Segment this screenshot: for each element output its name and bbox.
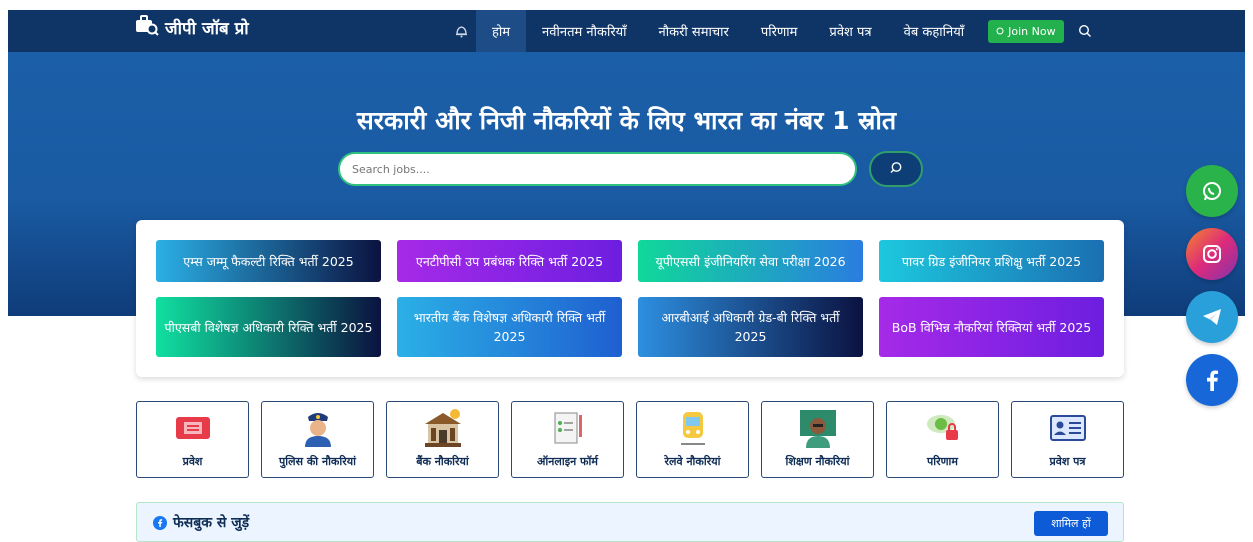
bank-icon [422, 408, 464, 448]
nav-admit-card[interactable]: प्रवेश पत्र [813, 10, 887, 52]
ticket-icon [174, 408, 212, 448]
category-label: रेलवे नौकरियां [664, 455, 721, 468]
online-form-icon [549, 408, 587, 448]
join-now-label: Join Now [1008, 24, 1056, 38]
category-label: शिक्षण नौकरियां [785, 455, 850, 468]
category-label: बैंक नौकरियां [416, 455, 469, 468]
search-button[interactable] [869, 151, 923, 187]
brand-logo[interactable]: जीपी जॉब प्रो [135, 14, 249, 41]
brand-name: जीपी जॉब प्रो [165, 19, 249, 39]
category-police-jobs[interactable]: पुलिस की नौकरियां [261, 401, 374, 478]
category-label: प्रवेश पत्र [1049, 455, 1086, 468]
main-nav: होम नवीनतम नौकरियाँ नौकरी समाचार परिणाम … [446, 10, 1092, 52]
nav-results[interactable]: परिणाम [745, 10, 814, 52]
category-label: प्रवेश [182, 455, 203, 468]
job-link[interactable]: भारतीय बैंक विशेषज्ञ अधिकारी रिक्ति भर्त… [397, 297, 622, 357]
job-link[interactable]: BoB विभिन्न नौकरियां रिक्तियां भर्ती 202… [879, 297, 1104, 357]
facebook-join-bar: फेसबुक से जुड़ें शामिल हों [136, 502, 1124, 542]
briefcase-search-icon [135, 14, 165, 41]
whatsapp-icon[interactable] [1186, 165, 1238, 217]
job-link[interactable]: पावर ग्रिड इंजीनियर प्रशिक्षु भर्ती 2025 [879, 240, 1104, 282]
category-results[interactable]: परिणाम [886, 401, 999, 478]
search-icon [889, 160, 903, 179]
category-railway-jobs[interactable]: रेलवे नौकरियां [636, 401, 749, 478]
category-teaching-jobs[interactable]: शिक्षण नौकरियां [761, 401, 874, 478]
teacher-icon [798, 408, 838, 448]
category-admit-card[interactable]: प्रवेश पत्र [1011, 401, 1124, 478]
nav-job-news[interactable]: नौकरी समाचार [643, 10, 745, 52]
join-now-button[interactable]: Join Now [988, 19, 1064, 43]
nav-web-stories[interactable]: वेब कहानियाँ [888, 10, 981, 52]
job-link[interactable]: एनटीपीसी उप प्रबंधक रिक्ति भर्ती 2025 [397, 240, 622, 282]
category-label: परिणाम [927, 455, 958, 468]
instagram-icon[interactable] [1186, 228, 1238, 280]
nav-latest-jobs[interactable]: नवीनतम नौकरियाँ [526, 10, 643, 52]
search-input[interactable] [338, 152, 857, 186]
result-eye-icon [924, 408, 962, 448]
job-link[interactable]: एम्स जम्मू फैकल्टी रिक्ति भर्ती 2025 [156, 240, 381, 282]
facebook-icon [153, 515, 167, 530]
category-label: पुलिस की नौकरियां [279, 455, 356, 468]
whatsapp-small-icon [996, 25, 1004, 38]
category-online-form[interactable]: ऑनलाइन फॉर्म [511, 401, 624, 478]
facebook-bar-title: फेसबुक से जुड़ें [153, 513, 249, 532]
join-facebook-button[interactable]: शामिल हों [1034, 511, 1108, 536]
category-admission[interactable]: प्रवेश [136, 401, 249, 478]
telegram-icon[interactable] [1186, 291, 1238, 343]
category-bank-jobs[interactable]: बैंक नौकरियां [386, 401, 499, 478]
train-icon [677, 408, 709, 448]
category-label: ऑनलाइन फॉर्म [537, 455, 598, 468]
search-icon[interactable] [1078, 24, 1092, 38]
police-officer-icon [301, 408, 335, 448]
nav-home[interactable]: होम [476, 10, 527, 52]
featured-jobs-card: एम्स जम्मू फैकल्टी रिक्ति भर्ती 2025 एनट… [136, 220, 1124, 377]
facebook-icon[interactable] [1186, 354, 1238, 406]
id-card-icon [1048, 408, 1088, 448]
job-link[interactable]: आरबीआई अधिकारी ग्रेड-बी रिक्ति भर्ती 202… [638, 297, 863, 357]
hero-title: सरकारी और निजी नौकरियों के लिए भारत का न… [356, 106, 897, 135]
job-link[interactable]: यूपीएससी इंजीनियरिंग सेवा परीक्षा 2026 [638, 240, 863, 282]
job-link[interactable]: पीएसबी विशेषज्ञ अधिकारी रिक्ति भर्ती 202… [156, 297, 381, 357]
facebook-title-text: फेसबुक से जुड़ें [173, 515, 250, 531]
bell-icon[interactable] [446, 10, 476, 52]
